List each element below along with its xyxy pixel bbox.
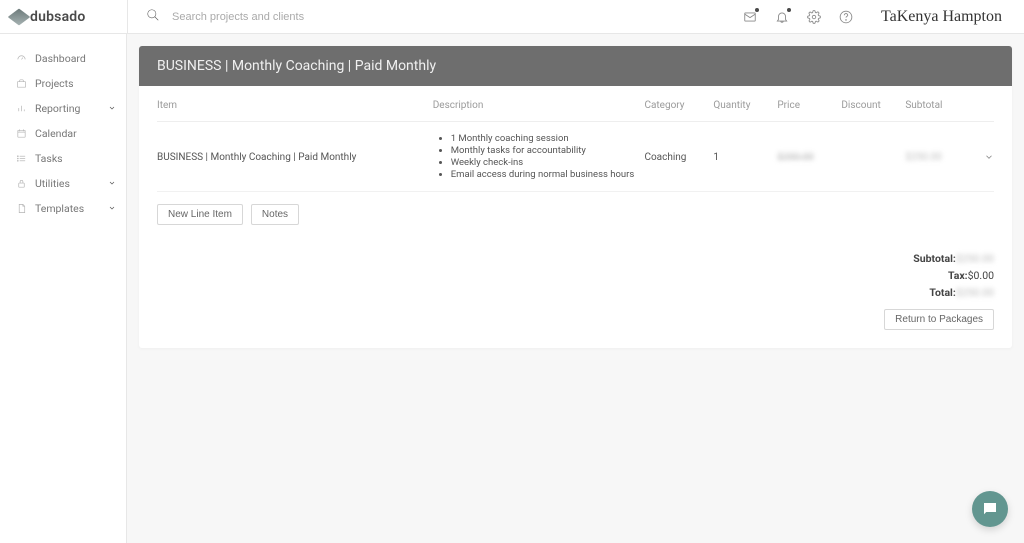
desc-item: 1 Monthly coaching session [451, 133, 645, 144]
col-header-category: Category [644, 100, 713, 111]
sidebar-item-label: Utilities [35, 177, 70, 190]
return-to-packages-button[interactable]: Return to Packages [884, 309, 994, 330]
chevron-down-icon [108, 202, 116, 215]
sidebar-item-reporting[interactable]: Reporting [0, 96, 126, 121]
row-item-name: BUSINESS | Monthly Coaching | Paid Month… [157, 132, 433, 163]
sidebar-item-dashboard[interactable]: Dashboard [0, 46, 126, 71]
sidebar-item-tasks[interactable]: Tasks [0, 146, 126, 171]
list-icon [16, 153, 27, 164]
briefcase-icon [16, 78, 27, 89]
totals-block: Subtotal:$250.00 Tax:$0.00 Total:$250.00 [157, 251, 994, 301]
row-description-list: 1 Monthly coaching session Monthly tasks… [433, 133, 645, 180]
col-header-price: Price [777, 100, 841, 111]
desc-item: Monthly tasks for accountability [451, 145, 645, 156]
cube-icon [8, 8, 31, 25]
sidebar-item-templates[interactable]: Templates [0, 196, 126, 221]
row-subtotal: $250.00 [905, 152, 941, 163]
row-category: Coaching [644, 132, 713, 163]
brand-name: dubsado [30, 9, 86, 25]
sidebar-item-label: Reporting [35, 102, 80, 115]
sidebar-item-label: Dashboard [35, 52, 86, 65]
user-signature[interactable]: TaKenya Hampton [881, 8, 1002, 26]
row-quantity: 1 [713, 132, 777, 163]
chevron-down-icon[interactable] [984, 154, 994, 165]
page-title: BUSINESS | Monthly Coaching | Paid Month… [139, 46, 1012, 86]
chat-icon [981, 500, 999, 518]
file-icon [16, 203, 27, 214]
col-header-quantity: Quantity [713, 100, 777, 111]
brand-logo[interactable]: dubsado [0, 9, 127, 25]
row-discount [841, 132, 905, 152]
calendar-icon [16, 128, 27, 139]
total-label: Total: [929, 286, 955, 299]
search-input[interactable] [172, 11, 472, 23]
sidebar: Dashboard Projects Reporting Calendar Ta… [0, 34, 127, 543]
tax-value: $0.00 [968, 269, 994, 282]
row-price: $250.00 [777, 152, 813, 163]
bell-icon[interactable] [775, 10, 789, 24]
col-header-description: Description [433, 100, 645, 111]
chat-launcher[interactable] [972, 491, 1008, 527]
sidebar-item-label: Templates [35, 202, 84, 215]
notes-button[interactable]: Notes [251, 204, 299, 225]
sidebar-item-label: Calendar [35, 127, 77, 140]
subtotal-value: $250.00 [956, 251, 994, 268]
inbox-icon[interactable] [743, 10, 757, 24]
sidebar-item-utilities[interactable]: Utilities [0, 171, 126, 196]
col-header-item: Item [157, 100, 433, 111]
table-row[interactable]: BUSINESS | Monthly Coaching | Paid Month… [157, 122, 994, 192]
gear-icon[interactable] [807, 10, 821, 24]
notification-dot [755, 8, 759, 12]
tax-label: Tax: [948, 269, 968, 282]
lock-icon [16, 178, 27, 189]
sidebar-item-label: Projects [35, 77, 74, 90]
chart-icon [16, 103, 27, 114]
help-icon[interactable] [839, 10, 853, 24]
sidebar-item-label: Tasks [35, 152, 63, 165]
notification-dot [787, 8, 791, 12]
total-value: $250.00 [956, 285, 994, 302]
sidebar-item-projects[interactable]: Projects [0, 71, 126, 96]
chevron-down-icon [108, 177, 116, 190]
gauge-icon [16, 53, 27, 64]
chevron-down-icon [108, 102, 116, 115]
col-header-discount: Discount [841, 100, 905, 111]
sidebar-item-calendar[interactable]: Calendar [0, 121, 126, 146]
search-icon [146, 8, 160, 25]
subtotal-label: Subtotal: [913, 252, 956, 265]
desc-item: Email access during normal business hour… [451, 169, 645, 180]
new-line-item-button[interactable]: New Line Item [157, 204, 243, 225]
desc-item: Weekly check-ins [451, 157, 645, 168]
table-header-row: Item Description Category Quantity Price… [157, 86, 994, 122]
col-header-subtotal: Subtotal [905, 100, 964, 111]
